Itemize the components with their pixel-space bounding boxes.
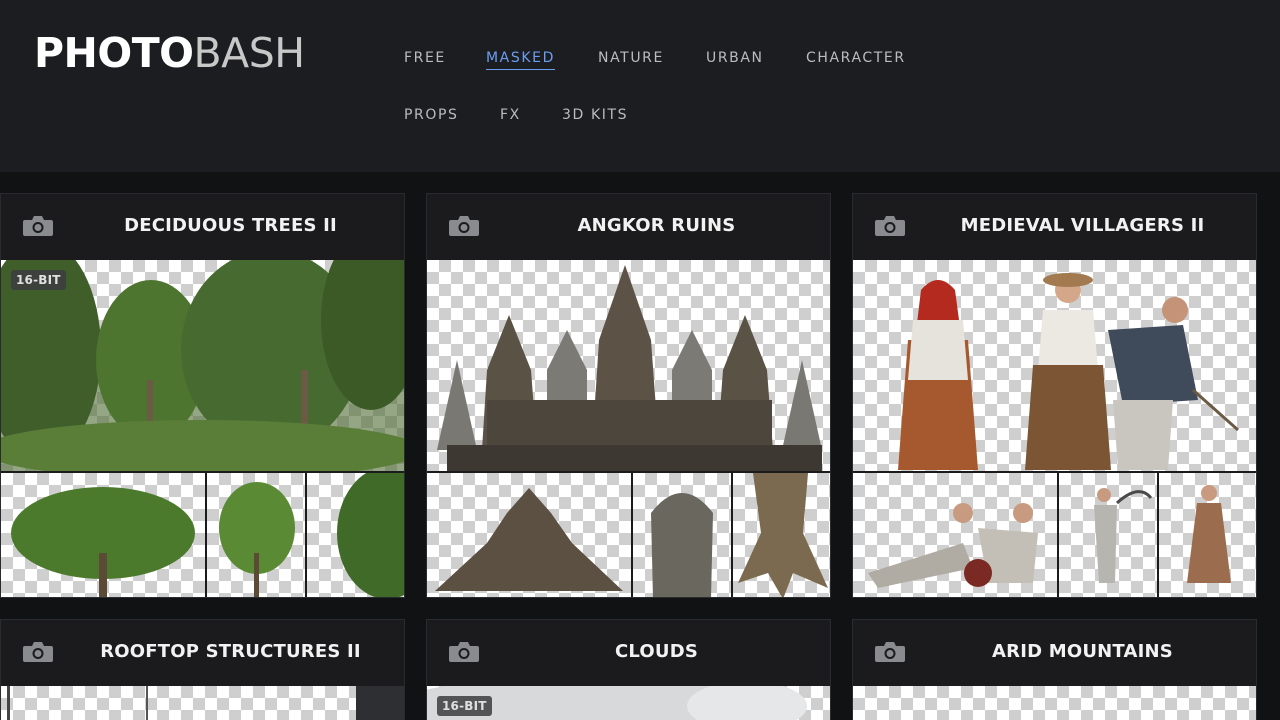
preview-thumb-3[interactable]: [307, 473, 404, 597]
nav-nature[interactable]: NATURE: [598, 50, 664, 69]
preview-main[interactable]: 16-BIT: [427, 686, 830, 720]
card-header: ANGKOR RUINS: [427, 194, 830, 260]
card-header: ARID MOUNTAINS: [853, 620, 1256, 686]
tree-thumbnail: [11, 487, 195, 597]
card-title: ROOFTOP STRUCTURES II: [100, 641, 361, 662]
card-header: MEDIEVAL VILLAGERS II: [853, 194, 1256, 260]
camera-icon: [875, 216, 905, 236]
preview-thumb-2[interactable]: [633, 473, 731, 597]
stone-face-thumbnail: [651, 493, 713, 597]
preview-main[interactable]: 16-BIT: [1, 260, 404, 471]
card-title: ANGKOR RUINS: [577, 215, 736, 236]
logo-text-bash: BASH: [193, 29, 306, 77]
card-title: MEDIEVAL VILLAGERS II: [960, 215, 1205, 236]
collection-card-angkor-ruins[interactable]: ANGKOR RUINS: [426, 193, 831, 598]
preview-thumb-1[interactable]: [853, 473, 1057, 597]
villagers-image: [898, 273, 1239, 470]
collection-card-clouds[interactable]: CLOUDS 16-BIT: [426, 619, 831, 720]
site-logo[interactable]: PHOTOBASH: [34, 30, 305, 76]
nav-fx[interactable]: FX: [500, 107, 521, 126]
camera-icon: [449, 216, 479, 236]
preview-thumb-2[interactable]: [1059, 473, 1157, 597]
preview-thumb-3[interactable]: [733, 473, 830, 597]
nav-3d-kits[interactable]: 3D KITS: [562, 107, 628, 126]
card-header: ROOFTOP STRUCTURES II: [1, 620, 404, 686]
villager-thumbnail: [1187, 485, 1231, 583]
card-header: DECIDUOUS TREES II: [1, 194, 404, 260]
nav-masked[interactable]: MASKED: [486, 50, 555, 70]
preview-thumb-1[interactable]: [427, 473, 631, 597]
ruin-thumbnail: [435, 488, 623, 591]
villager-thumbnail: [1094, 488, 1153, 583]
collection-card-medieval-villagers[interactable]: MEDIEVAL VILLAGERS II: [852, 193, 1257, 598]
card-title: DECIDUOUS TREES II: [124, 215, 337, 236]
preview-main[interactable]: [1, 686, 404, 720]
camera-icon: [23, 216, 53, 236]
nav-character[interactable]: CHARACTER: [806, 50, 906, 69]
preview-thumb-1[interactable]: [1, 473, 205, 597]
preview-main[interactable]: [427, 260, 830, 471]
collection-card-deciduous-trees[interactable]: DECIDUOUS TREES II 16-BIT: [0, 193, 405, 598]
camera-icon: [449, 642, 479, 662]
bit-depth-badge: 16-BIT: [437, 696, 492, 716]
card-header: CLOUDS: [427, 620, 830, 686]
preview-main[interactable]: [853, 686, 1256, 720]
camera-icon: [875, 642, 905, 662]
nav-props[interactable]: PROPS: [404, 107, 459, 126]
collection-card-arid-mountains[interactable]: ARID MOUNTAINS: [852, 619, 1257, 720]
preview-thumb-3[interactable]: [1159, 473, 1256, 597]
trees-image: [1, 260, 404, 471]
nav-urban[interactable]: URBAN: [706, 50, 764, 69]
bit-depth-badge: 16-BIT: [11, 270, 66, 290]
collection-card-rooftop-structures[interactable]: ROOFTOP STRUCTURES II: [0, 619, 405, 720]
tree-thumbnail: [219, 482, 295, 597]
card-title: ARID MOUNTAINS: [992, 641, 1173, 662]
logo-text-photo: PHOTO: [34, 29, 194, 77]
camera-icon: [23, 642, 53, 662]
villagers-thumbnail: [868, 503, 1038, 588]
card-title: CLOUDS: [614, 641, 699, 662]
preview-thumb-2[interactable]: [207, 473, 305, 597]
temple-image: [437, 265, 822, 471]
nav-free[interactable]: FREE: [404, 50, 446, 69]
rooftop-image: [7, 686, 404, 720]
site-header: PHOTOBASH FREE MASKED NATURE URBAN CHARA…: [0, 0, 1280, 172]
preview-main[interactable]: [853, 260, 1256, 471]
tree-thumbnail: [337, 473, 404, 597]
roots-thumbnail: [738, 473, 828, 597]
